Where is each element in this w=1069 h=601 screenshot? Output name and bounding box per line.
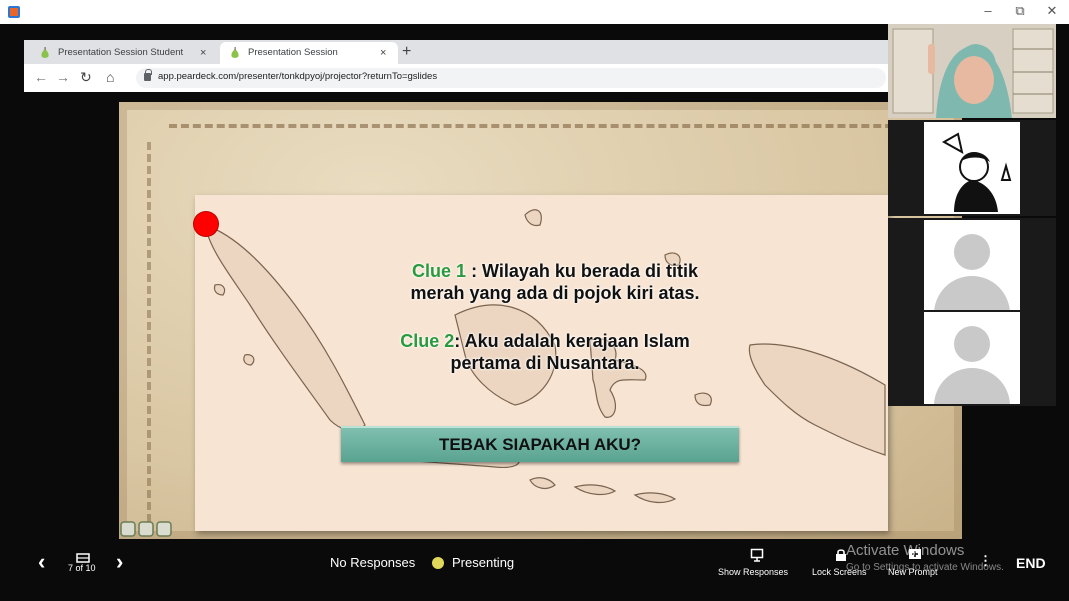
tab-presentation-student[interactable]: Presentation Session Student × <box>30 42 216 64</box>
reload-icon[interactable]: ↻ <box>80 69 92 86</box>
presenting-indicator-icon <box>432 557 444 569</box>
end-session-button[interactable]: END <box>1016 555 1046 571</box>
clue-1-label: Clue 1 <box>412 261 467 281</box>
browser-window: Presentation Session Student × Presentat… <box>24 40 889 92</box>
clue-1-text: : Wilayah ku berada di titik <box>466 261 698 281</box>
app-icon <box>8 6 20 18</box>
tab-strip: Presentation Session Student × Presentat… <box>24 40 889 64</box>
slides-icon[interactable] <box>76 550 90 563</box>
close-tab-icon[interactable]: × <box>200 42 206 64</box>
show-responses-icon[interactable] <box>750 548 764 562</box>
avatar-head <box>954 326 990 362</box>
pear-icon <box>41 47 49 58</box>
close-button[interactable]: ✕ <box>1042 2 1062 20</box>
cartoon-avatar <box>924 122 1020 214</box>
slide-card: Clue 1 : Wilayah ku berada di titik mera… <box>195 195 888 531</box>
minimize-button[interactable]: – <box>978 2 998 20</box>
participant-tile-2[interactable] <box>888 120 1056 216</box>
question-banner: TEBAK SIAPAKAH AKU? <box>341 426 739 462</box>
default-avatar-icon <box>924 312 1020 404</box>
tab-label: Presentation Session Student <box>58 47 184 58</box>
home-icon[interactable]: ⌂ <box>106 69 114 85</box>
new-tab-button[interactable]: + <box>402 42 411 62</box>
red-location-marker <box>194 212 218 236</box>
default-avatar-icon <box>924 220 1020 312</box>
window-titlebar: – ⧉ ✕ <box>0 0 1069 24</box>
peardeck-logo <box>120 521 172 537</box>
clue-1: Clue 1 : Wilayah ku berada di titik mera… <box>365 260 745 304</box>
activation-watermark-subtitle: Go to Settings to activate Windows. <box>846 562 1004 573</box>
back-icon[interactable]: ← <box>34 69 48 85</box>
forward-icon[interactable]: → <box>56 69 70 85</box>
clue-2-line2: pertama di Nusantara. <box>450 353 640 373</box>
clue-1-line2: merah yang ada di pojok kiri atas. <box>410 283 700 303</box>
clue-2-text: : Aku adalah kerajaan Islam <box>454 331 690 351</box>
address-bar-row: ← → ↻ ⌂ app.peardeck.com/presenter/tonkd… <box>24 64 889 92</box>
participant-video-teacher[interactable] <box>888 24 1056 118</box>
tab-presentation-session[interactable]: Presentation Session × <box>220 42 398 64</box>
presentation-slide: Clue 1 : Wilayah ku berada di titik mera… <box>119 102 962 539</box>
participant-tile-4[interactable] <box>888 310 1056 406</box>
previous-slide-button[interactable]: ‹ <box>38 551 45 573</box>
url-field[interactable]: app.peardeck.com/presenter/tonkdpyoj/pro… <box>136 68 886 88</box>
next-slide-button[interactable]: › <box>116 551 123 573</box>
participant-tile-3[interactable] <box>888 218 1056 314</box>
slide-counter: 7 of 10 <box>68 563 96 573</box>
show-responses-button[interactable]: Show Responses <box>718 567 788 577</box>
lock-icon <box>144 69 152 81</box>
screen-share-area: Presentation Session Student × Presentat… <box>0 24 1069 601</box>
webcam-feed <box>888 24 1056 118</box>
avatar-body <box>934 368 1010 404</box>
tab-label: Presentation Session <box>248 47 338 58</box>
clue-2-label: Clue 2 <box>400 331 455 351</box>
activation-watermark-title: Activate Windows <box>846 542 965 559</box>
clue-2: Clue 2: Aku adalah kerajaan Islam pertam… <box>365 330 725 374</box>
avatar-head <box>954 234 990 270</box>
restore-button[interactable]: ⧉ <box>1010 2 1030 20</box>
url-text: app.peardeck.com/presenter/tonkdpyoj/pro… <box>158 71 438 82</box>
presenting-label: Presenting <box>452 555 515 570</box>
responses-status: No Responses <box>330 555 416 570</box>
avatar-body <box>934 276 1010 312</box>
pear-icon <box>231 47 239 58</box>
close-tab-icon[interactable]: × <box>380 42 386 64</box>
participant-avatar-image <box>924 122 1020 214</box>
